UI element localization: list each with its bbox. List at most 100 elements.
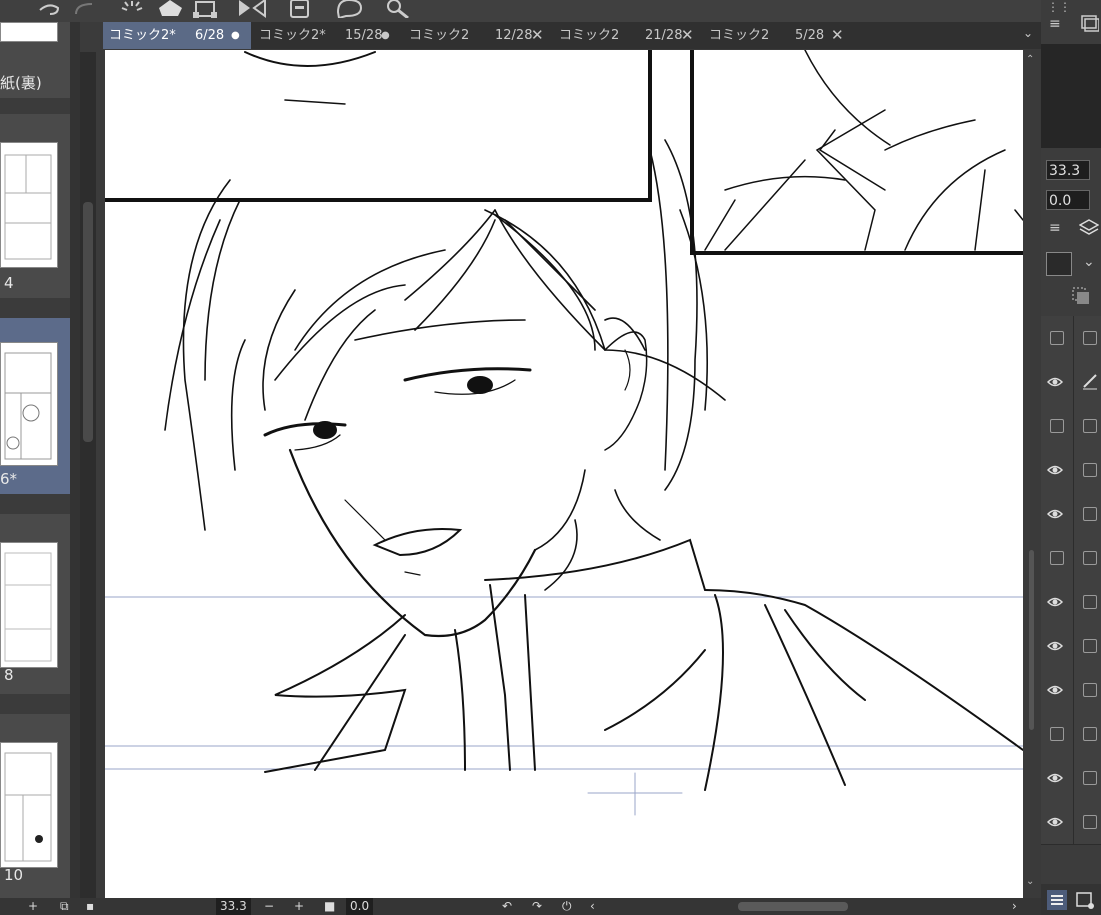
scroll-left-icon[interactable]: ‹ bbox=[590, 898, 595, 915]
navigator-angle-field[interactable]: 0.0 bbox=[1046, 190, 1090, 210]
layer-row[interactable] bbox=[1041, 536, 1101, 581]
scroll-down-icon[interactable]: ⌄ bbox=[1026, 876, 1034, 887]
eye-icon[interactable] bbox=[1046, 682, 1064, 698]
unsaved-dot-icon[interactable]: ● bbox=[231, 22, 240, 49]
zoom-field[interactable]: 33.3 bbox=[216, 898, 251, 915]
close-icon[interactable]: ✕ bbox=[681, 22, 694, 49]
transform-icon[interactable] bbox=[192, 0, 218, 18]
lock-checkbox[interactable] bbox=[1083, 771, 1097, 785]
close-icon[interactable]: ✕ bbox=[531, 22, 544, 49]
scroll-thumb[interactable] bbox=[83, 202, 93, 442]
lock-checkbox[interactable] bbox=[1083, 639, 1097, 653]
page-card[interactable]: 4 bbox=[0, 114, 70, 298]
page-card[interactable]: 10 bbox=[0, 714, 70, 898]
page-card[interactable]: 8 bbox=[0, 514, 70, 694]
eye-icon[interactable] bbox=[1046, 594, 1064, 610]
lock-checkbox[interactable] bbox=[1083, 551, 1097, 565]
zoom-out-button[interactable]: − bbox=[264, 898, 274, 915]
visibility-checkbox[interactable] bbox=[1050, 551, 1064, 565]
zoom-in-button[interactable]: + bbox=[294, 898, 304, 915]
visibility-checkbox[interactable] bbox=[1050, 419, 1064, 433]
angle-field[interactable]: 0.0 bbox=[346, 898, 374, 915]
lock-checkbox[interactable] bbox=[1083, 331, 1097, 345]
blend-mode-swatch[interactable] bbox=[1046, 252, 1072, 276]
layer-row[interactable] bbox=[1041, 668, 1101, 713]
horizontal-scroll-thumb[interactable] bbox=[738, 902, 848, 911]
tab-document-3[interactable]: コミック2 12/28 ✕ bbox=[403, 22, 551, 49]
layer-list-view-icon[interactable] bbox=[1047, 890, 1067, 910]
tab-document-1[interactable]: コミック2* 6/28 ● bbox=[103, 22, 251, 49]
fill-icon[interactable] bbox=[156, 0, 184, 18]
lock-checkbox[interactable] bbox=[1083, 463, 1097, 477]
eye-icon[interactable] bbox=[1046, 462, 1064, 478]
scroll-up-icon[interactable]: ⌃ bbox=[1026, 54, 1034, 65]
layer-row[interactable] bbox=[1041, 492, 1101, 537]
page-manager-panel: 紙(裏) 4 6* 8 10 bbox=[0, 22, 100, 898]
clip-layer-icon[interactable] bbox=[1071, 286, 1091, 306]
page-panel-scrollbar[interactable] bbox=[80, 52, 96, 898]
lock-checkbox[interactable] bbox=[1083, 595, 1097, 609]
tab-page: 15/28 bbox=[345, 28, 383, 43]
eye-icon[interactable] bbox=[1046, 506, 1064, 522]
spin-icon[interactable] bbox=[118, 0, 146, 18]
chevron-down-icon[interactable]: ⌄ bbox=[1083, 254, 1095, 270]
page-card-cover-back[interactable]: 紙(裏) bbox=[0, 22, 70, 98]
tab-document-5[interactable]: コミック2 5/28 ✕ bbox=[703, 22, 851, 49]
visibility-checkbox[interactable] bbox=[1050, 727, 1064, 741]
tab-name: コミック2* bbox=[259, 28, 326, 43]
menu-icon[interactable]: ≡ bbox=[1049, 16, 1061, 32]
drawing-canvas[interactable] bbox=[105, 50, 1023, 898]
redo-icon[interactable] bbox=[72, 0, 96, 18]
tab-document-2[interactable]: コミック2* 15/28 ● bbox=[253, 22, 401, 49]
navigator-icon[interactable] bbox=[1079, 14, 1100, 32]
device-icon[interactable] bbox=[288, 0, 312, 18]
lock-checkbox[interactable] bbox=[1083, 419, 1097, 433]
close-icon[interactable]: ✕ bbox=[831, 22, 844, 49]
scroll-right-icon[interactable]: › bbox=[1012, 898, 1017, 915]
settings-icon[interactable] bbox=[380, 0, 410, 20]
help-icon[interactable] bbox=[334, 0, 364, 20]
tab-page: 5/28 bbox=[795, 28, 825, 43]
page-card-selected[interactable]: 6* bbox=[0, 318, 70, 494]
scroll-thumb[interactable] bbox=[1029, 550, 1034, 730]
navigator-zoom-field[interactable]: 33.3 bbox=[1046, 160, 1090, 180]
page-thumbnail bbox=[0, 22, 58, 42]
layer-row[interactable] bbox=[1041, 624, 1101, 669]
eye-icon[interactable] bbox=[1046, 770, 1064, 786]
unsaved-dot-icon[interactable]: ● bbox=[381, 22, 390, 49]
lock-checkbox[interactable] bbox=[1083, 683, 1097, 697]
flip-icon[interactable] bbox=[236, 0, 268, 18]
layers-icon[interactable] bbox=[1078, 218, 1100, 238]
drag-handle-icon[interactable]: ⋮⋮ bbox=[1047, 0, 1071, 14]
undo-icon[interactable] bbox=[36, 0, 62, 18]
new-layer-icon[interactable] bbox=[1075, 890, 1095, 910]
rotate-left-icon[interactable]: ↶ bbox=[502, 898, 512, 915]
page-settings-icon[interactable]: ⧉ bbox=[60, 898, 69, 915]
chevron-down-icon[interactable]: ⌄ bbox=[1023, 26, 1033, 40]
layer-row[interactable] bbox=[1041, 712, 1101, 757]
layer-panel-footer bbox=[1041, 884, 1101, 915]
add-page-button[interactable]: + bbox=[28, 898, 38, 915]
eye-icon[interactable] bbox=[1046, 814, 1064, 830]
canvas-vertical-scrollbar[interactable]: ⌃ ⌄ bbox=[1023, 50, 1041, 898]
lock-checkbox[interactable] bbox=[1083, 507, 1097, 521]
visibility-checkbox[interactable] bbox=[1050, 331, 1064, 345]
rotate-right-icon[interactable]: ↷ bbox=[532, 898, 542, 915]
layer-row[interactable] bbox=[1041, 580, 1101, 625]
layer-row[interactable] bbox=[1041, 756, 1101, 801]
layer-row[interactable] bbox=[1041, 800, 1101, 845]
stop-icon[interactable]: ■ bbox=[324, 898, 335, 915]
menu-icon[interactable]: ≡ bbox=[1049, 220, 1061, 236]
reset-rotation-icon[interactable]: ⏻ bbox=[562, 898, 572, 915]
layer-row[interactable] bbox=[1041, 404, 1101, 449]
navigator-preview[interactable] bbox=[1041, 44, 1101, 148]
layer-row[interactable] bbox=[1041, 360, 1101, 405]
eye-icon[interactable] bbox=[1046, 374, 1064, 390]
delete-icon[interactable]: ▪ bbox=[86, 898, 94, 915]
lock-checkbox[interactable] bbox=[1083, 815, 1097, 829]
lock-checkbox[interactable] bbox=[1083, 727, 1097, 741]
layer-row[interactable] bbox=[1041, 448, 1101, 493]
eye-icon[interactable] bbox=[1046, 638, 1064, 654]
layer-row[interactable] bbox=[1041, 316, 1101, 361]
tab-document-4[interactable]: コミック2 21/28 ✕ bbox=[553, 22, 701, 49]
